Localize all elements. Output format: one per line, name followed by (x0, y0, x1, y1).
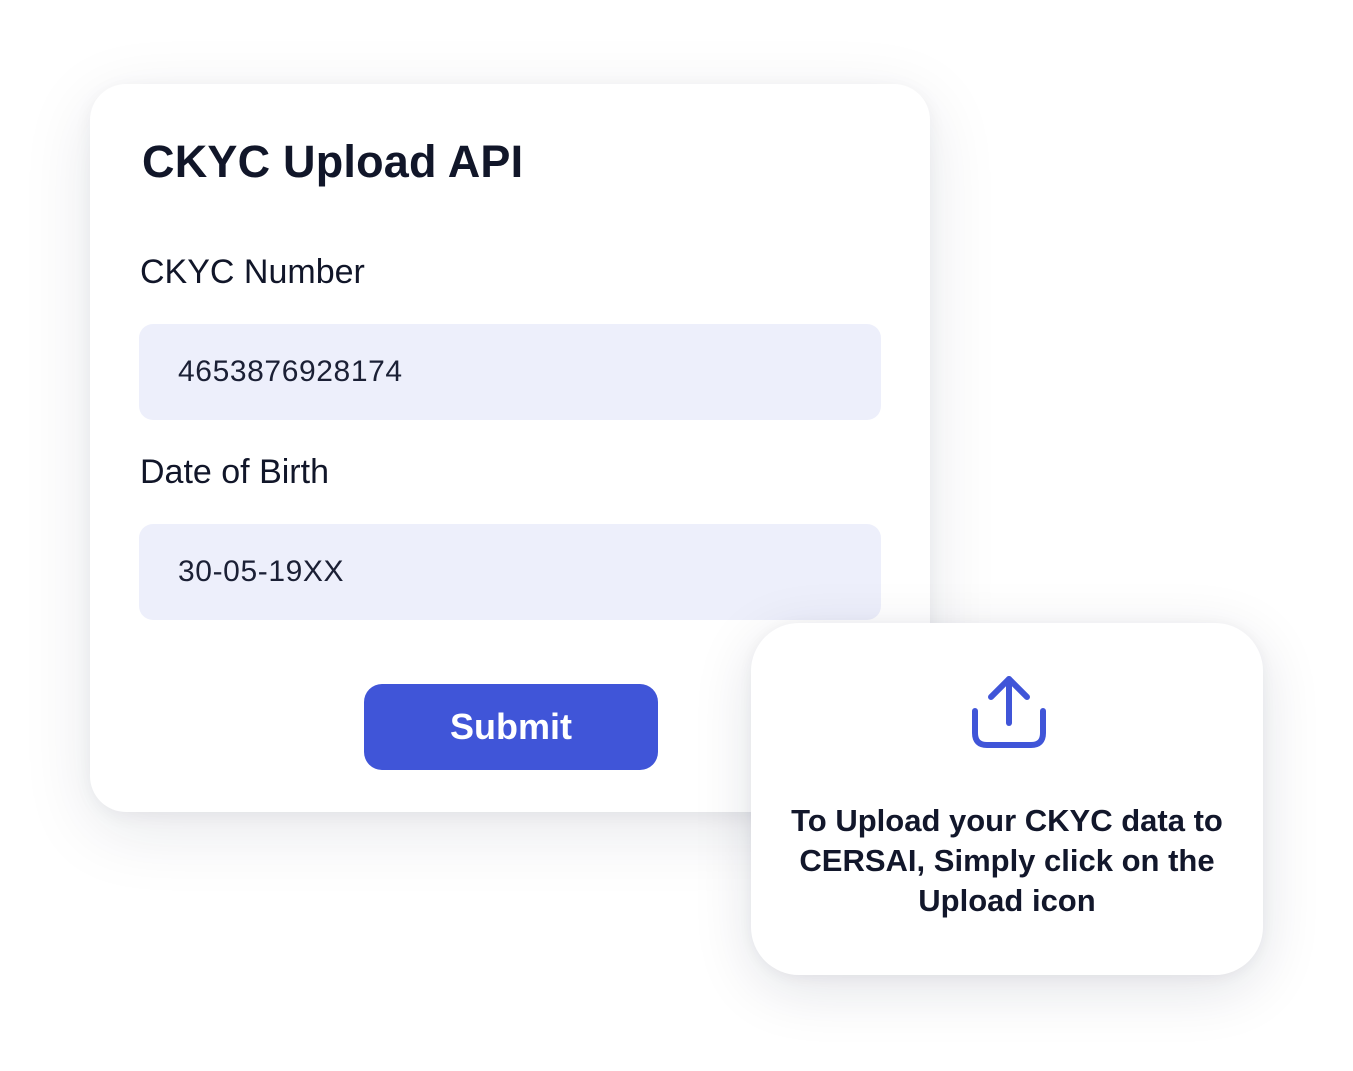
submit-button[interactable]: Submit (364, 684, 658, 770)
upload-info-card: To Upload your CKYC data to CERSAI, Simp… (751, 623, 1263, 975)
date-of-birth-value: 30-05-19XX (178, 555, 345, 588)
upload-instructions: To Upload your CKYC data to CERSAI, Simp… (791, 803, 1223, 918)
date-of-birth-field[interactable]: 30-05-19XX (139, 524, 881, 620)
upload-icon[interactable] (969, 671, 1049, 751)
form-title: CKYC Upload API (142, 136, 524, 187)
ckyc-number-label: CKYC Number (140, 253, 365, 291)
ckyc-number-field[interactable]: 4653876928174 (139, 324, 881, 420)
ckyc-number-value: 4653876928174 (178, 355, 403, 388)
date-of-birth-label: Date of Birth (140, 453, 329, 491)
